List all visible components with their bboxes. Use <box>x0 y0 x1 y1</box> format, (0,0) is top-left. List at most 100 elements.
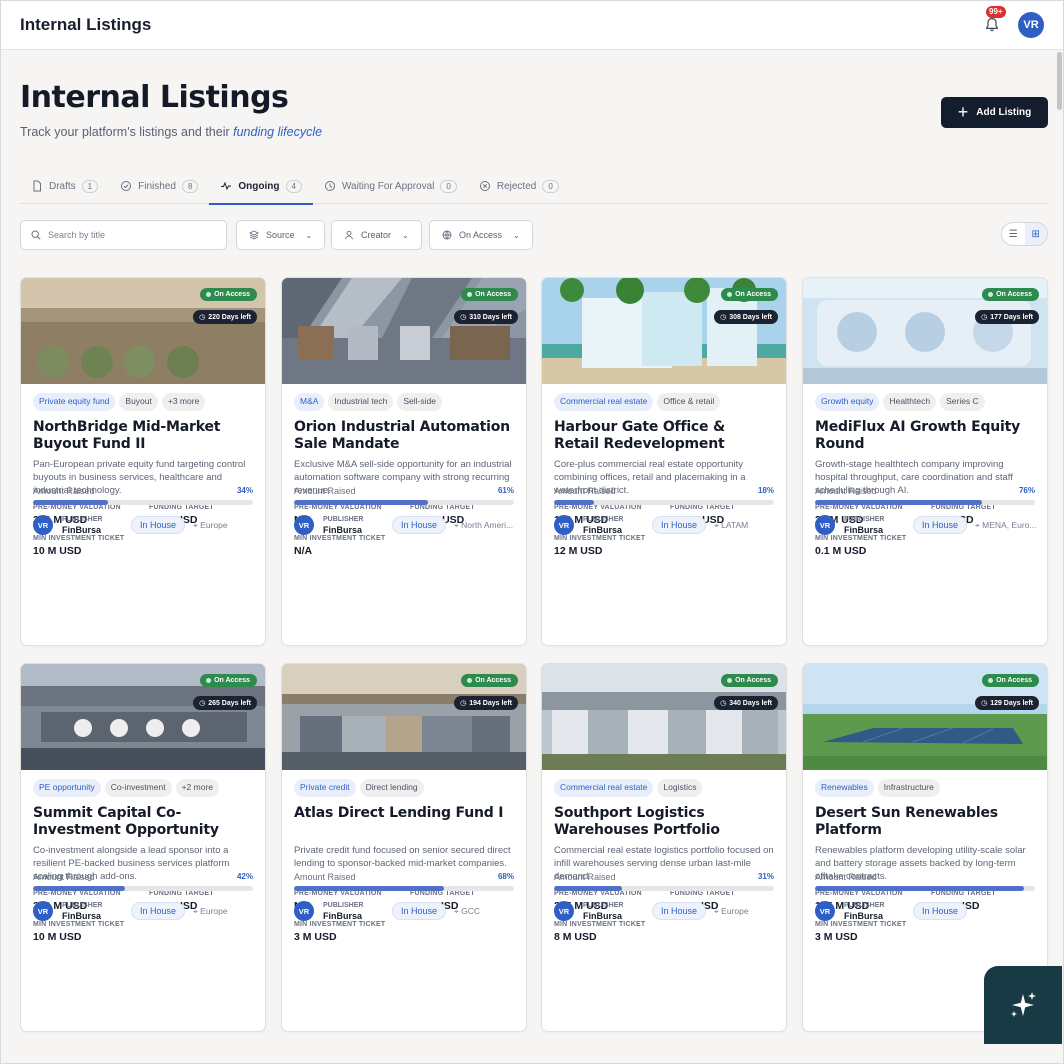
listing-image: On Access ◷ 340 Days left <box>542 664 786 770</box>
source-filter[interactable]: Source ⌄ <box>236 220 326 250</box>
tab-count: 0 <box>542 179 559 193</box>
amount-raised-percent: 76% <box>1018 486 1035 495</box>
listing-tag: Renewables <box>815 779 874 797</box>
status-dot-icon <box>206 678 212 683</box>
user-avatar[interactable]: VR <box>1018 11 1044 38</box>
publisher-avatar: VR <box>294 515 314 535</box>
on-access-badge: On Access <box>200 288 257 301</box>
pre-money-label: PRE-MONEY VALUATION <box>294 504 382 511</box>
listing-title: Southport Logistics Warehouses Portfolio <box>554 805 720 838</box>
add-listing-button[interactable]: + Add Listing <box>941 97 1048 128</box>
listing-card[interactable]: On Access ◷ 308 Days left Commercial real… <box>541 277 787 646</box>
publisher-info: PUBLISHER FinBursa <box>583 516 623 535</box>
grid-view-icon[interactable]: ⊞ <box>1024 223 1047 245</box>
listing-tag: Private credit <box>294 779 356 797</box>
amount-raised-label: Amount Raised <box>294 872 356 882</box>
tab-finished[interactable]: Finished 8 <box>109 168 209 204</box>
pre-money-label: PRE-MONEY VALUATION <box>33 890 121 897</box>
listing-tag: +2 more <box>175 779 219 797</box>
document-icon <box>31 180 43 192</box>
days-left-badge: ◷ 340 Days left <box>714 696 778 710</box>
status-dot-icon <box>988 292 994 297</box>
min-ticket-value: 12 M USD <box>554 545 603 557</box>
listing-tags: M&A Industrial tech Sell-side <box>294 393 514 411</box>
publisher-label: PUBLISHER <box>62 515 103 523</box>
listing-tags: Growth equity Healthtech Series C <box>815 393 1035 411</box>
listing-card[interactable]: On Access ◷ 310 Days left M&A Industrial t… <box>281 277 527 646</box>
creator-filter[interactable]: Creator ⌄ <box>331 220 422 250</box>
notification-count-badge: 99+ <box>986 5 1006 18</box>
days-left-label: 310 Days left <box>469 313 512 321</box>
amount-raised-row: Amount Raised <box>815 872 1035 882</box>
amount-raised-percent: 61% <box>497 486 514 495</box>
amount-raised-row: Amount Raised 18% <box>554 486 774 496</box>
amount-raised-label: Amount Raised <box>33 486 95 496</box>
clock-icon: ◷ <box>460 314 467 321</box>
tab-count: 1 <box>81 179 99 193</box>
days-left-badge: ◷ 220 Days left <box>193 310 257 324</box>
on-access-badge: On Access <box>461 674 518 687</box>
chevron-down-icon: ⌄ <box>513 230 520 240</box>
listing-tag: Infrastructure <box>877 779 940 797</box>
amount-raised-bar <box>815 886 1035 891</box>
scrollbar-thumb[interactable] <box>1057 52 1062 110</box>
listing-image: On Access ◷ 310 Days left <box>282 278 526 384</box>
days-left-label: 265 Days left <box>208 699 251 707</box>
tab-drafts[interactable]: Drafts 1 <box>20 168 109 204</box>
on-access-badge: On Access <box>461 288 518 301</box>
days-left-badge: ◷ 308 Days left <box>714 310 778 324</box>
listing-tags: Renewables Infrastructure <box>815 779 1035 797</box>
source-badge: In House <box>651 902 706 920</box>
publisher-label: PUBLISHER <box>583 515 624 523</box>
min-ticket-value: N/A <box>294 545 313 557</box>
amount-raised-label: Amount Raised <box>815 872 877 882</box>
publisher-name: FinBursa <box>62 910 102 921</box>
amount-raised-row: Amount Raised 42% <box>33 872 253 882</box>
publisher-name: FinBursa <box>323 910 363 921</box>
days-left-label: 194 Days left <box>469 699 512 707</box>
region-text: GCC <box>461 905 481 916</box>
access-label: On Access <box>996 677 1032 684</box>
publisher-avatar: VR <box>294 901 314 921</box>
publisher-avatar: VR <box>554 515 574 535</box>
notifications-button[interactable]: 99+ <box>982 5 1006 35</box>
tab-rejected[interactable]: Rejected 0 <box>468 168 570 204</box>
amount-raised-bar <box>554 500 774 505</box>
clock-icon: ◷ <box>981 700 988 707</box>
amount-raised-bar <box>554 886 774 891</box>
tab-label: Drafts <box>49 180 76 192</box>
min-ticket-value: 3 M USD <box>815 931 858 943</box>
region-label: ⌖ LATAM <box>714 520 778 531</box>
publisher-name: FinBursa <box>583 524 623 535</box>
search-input[interactable] <box>48 230 208 240</box>
publisher-row: VR PUBLISHER FinBursa In House ⌖ GCC <box>294 898 518 924</box>
pre-money-label: PRE-MONEY VALUATION <box>33 504 121 511</box>
search-box[interactable] <box>20 220 227 250</box>
funding-target-label: FUNDING TARGET <box>931 890 996 897</box>
region-label: ⌖ Europe <box>193 520 257 531</box>
access-filter[interactable]: On Access ⌄ <box>429 220 533 250</box>
listing-card[interactable]: On Access ◷ 194 Days left Private credit D… <box>281 663 527 1032</box>
amount-raised-fill <box>33 500 108 505</box>
tab-waiting-for-approval[interactable]: Waiting For Approval 0 <box>313 168 468 204</box>
listing-tag: Sell-side <box>397 393 442 411</box>
tab-ongoing[interactable]: Ongoing 4 <box>209 168 313 205</box>
source-badge: In House <box>912 516 967 534</box>
funding-target-label: FUNDING TARGET <box>670 890 735 897</box>
publisher-row: VR PUBLISHER FinBursa In House ⌖ LATAM <box>554 512 778 538</box>
listing-tag: +3 more <box>161 393 206 411</box>
list-view-icon[interactable]: ☰ <box>1002 223 1025 245</box>
publisher-name: FinBursa <box>844 524 884 535</box>
pre-money-label: PRE-MONEY VALUATION <box>815 890 903 897</box>
amount-raised-fill <box>294 886 444 891</box>
listing-card[interactable]: On Access ◷ 340 Days left Commercial real… <box>541 663 787 1032</box>
chevron-down-icon: ⌄ <box>305 230 313 240</box>
listing-card[interactable]: On Access ◷ 265 Days left PE opportunity C… <box>20 663 266 1032</box>
source-filter-label: Source <box>266 230 295 240</box>
access-label: On Access <box>735 677 771 684</box>
amount-raised-row: Amount Raised 61% <box>294 486 514 496</box>
listing-card[interactable]: On Access ◷ 220 Days left Private equity … <box>20 277 266 646</box>
listing-card[interactable]: On Access ◷ 177 Days left Growth equity He… <box>802 277 1048 646</box>
ai-assistant-button[interactable] <box>984 966 1062 1044</box>
amount-raised-percent: 31% <box>757 872 774 881</box>
